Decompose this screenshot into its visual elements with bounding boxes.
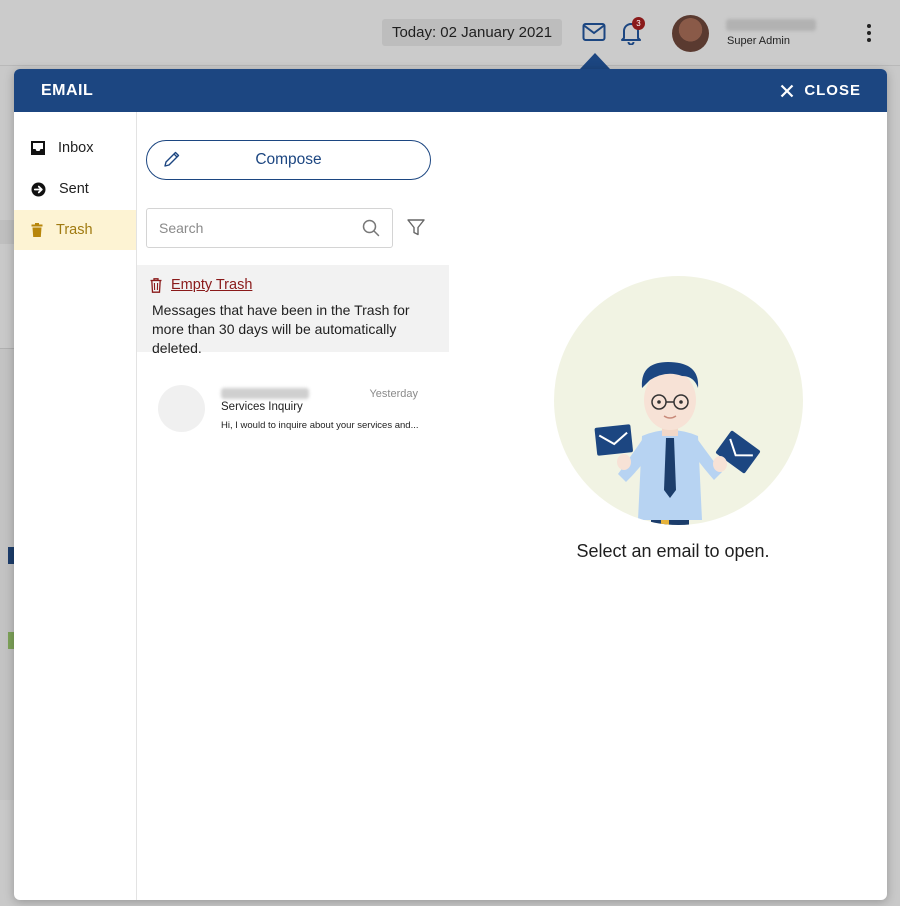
dialog-header: EMAIL CLOSE [14, 69, 887, 112]
nav-item-sent[interactable]: Sent [14, 169, 136, 209]
message-subject: Services Inquiry [221, 401, 303, 413]
today-date: Today: 02 January 2021 [382, 19, 562, 46]
trash-retention-note: Messages that have been in the Trash for… [152, 302, 410, 356]
compose-label: Compose [255, 151, 322, 168]
trash-icon [31, 223, 43, 237]
pencil-icon [164, 151, 180, 167]
user-avatar[interactable] [672, 15, 709, 52]
user-role: Super Admin [727, 35, 790, 47]
close-icon [781, 84, 794, 97]
message-list-panel: Compose Search Empty Trash Messages that… [137, 112, 449, 900]
inbox-icon [31, 141, 45, 155]
message-list-item[interactable]: Yesterday Services Inquiry Hi, I would t… [137, 374, 449, 444]
search-input[interactable] [147, 209, 347, 247]
person-with-envelopes-illustration [594, 362, 760, 525]
message-date: Yesterday [369, 388, 418, 400]
empty-state-message: Select an email to open. [576, 541, 770, 561]
message-snippet: Hi, I would to inquire about your servic… [221, 420, 419, 431]
dialog-pointer [580, 53, 610, 69]
email-dialog: EMAIL CLOSE Inbox Sent Trash Compose Sea… [14, 69, 887, 900]
trash-notice: Empty Trash Messages that have been in t… [137, 265, 449, 356]
more-menu-icon[interactable] [865, 24, 873, 44]
backdrop-fragment [0, 220, 14, 244]
filter-icon[interactable] [407, 219, 425, 236]
close-label: CLOSE [804, 82, 861, 99]
nav-item-trash[interactable]: Trash [14, 210, 136, 250]
dialog-body: Inbox Sent Trash Compose Search Empty Tr… [14, 112, 887, 900]
empty-trash-link[interactable]: Empty Trash [150, 277, 252, 293]
empty-trash-label: Empty Trash [171, 277, 253, 293]
email-preview-panel: Select an email to open. [449, 112, 887, 900]
search-icon[interactable] [362, 219, 380, 237]
mail-icon[interactable] [582, 21, 606, 43]
nav-label-trash: Trash [56, 222, 93, 238]
backdrop-fragment [0, 348, 14, 800]
notification-badge: 3 [632, 17, 645, 30]
search-box [146, 208, 393, 248]
dialog-title: EMAIL [41, 82, 94, 99]
nav-item-inbox[interactable]: Inbox [14, 128, 136, 168]
nav-label-inbox: Inbox [58, 140, 94, 156]
close-button[interactable]: CLOSE [780, 82, 861, 99]
trash-outline-icon [150, 277, 162, 293]
empty-state-illustration [554, 276, 803, 525]
nav-label-sent: Sent [59, 181, 89, 197]
sender-avatar [158, 385, 205, 432]
top-header: Today: 02 January 2021 3 Super Admin [0, 0, 900, 66]
user-name-redacted [726, 19, 816, 31]
sent-icon [31, 182, 46, 196]
sender-name-redacted [221, 388, 309, 399]
compose-button[interactable]: Compose [146, 140, 431, 180]
folder-nav: Inbox Sent Trash [14, 112, 137, 900]
